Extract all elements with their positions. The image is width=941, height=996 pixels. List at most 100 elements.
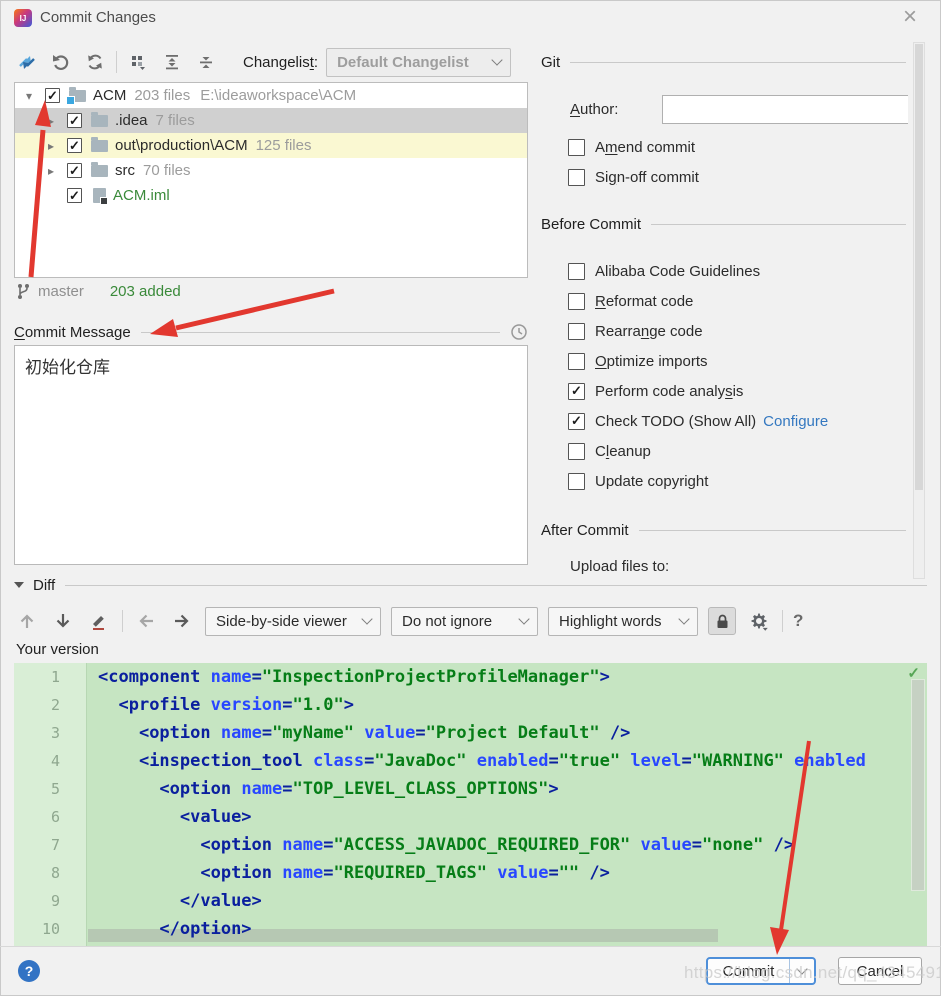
- option-checkbox[interactable]: [568, 473, 585, 490]
- refresh-icon[interactable]: [82, 49, 108, 75]
- option-checkbox[interactable]: [568, 413, 585, 430]
- changed-files-tree: ▾ACM203 filesE:\ideaworkspace\ACM▸.idea7…: [14, 82, 528, 278]
- before-commit-title: Before Commit: [541, 216, 641, 233]
- diff-help-icon[interactable]: ?: [793, 611, 803, 631]
- rollback-icon[interactable]: [48, 49, 74, 75]
- checkbox-label: Rearrange code: [595, 323, 703, 340]
- file-name: out\production\ACM: [115, 137, 248, 154]
- collapse-all-icon[interactable]: [193, 49, 219, 75]
- option-checkbox[interactable]: [568, 263, 585, 280]
- scrollbar-thumb[interactable]: [915, 44, 923, 490]
- show-diff-icon[interactable]: [14, 49, 40, 75]
- checkbox-row: Update copyright: [568, 466, 828, 496]
- after-commit-title: After Commit: [541, 522, 629, 539]
- commit-button-label: Commit: [708, 959, 789, 983]
- include-checkbox[interactable]: [67, 188, 82, 203]
- checkbox-label: Update copyright: [595, 473, 708, 490]
- option-checkbox[interactable]: [568, 293, 585, 310]
- include-checkbox[interactable]: [45, 88, 60, 103]
- diff-settings-gear-icon[interactable]: [746, 608, 772, 634]
- changelist-dropdown[interactable]: Default Changelist: [326, 48, 511, 77]
- tree-row[interactable]: ACM.iml: [15, 183, 527, 208]
- option-checkbox[interactable]: [568, 353, 585, 370]
- message-history-icon[interactable]: [510, 323, 528, 341]
- checkbox-row: Rearrange code: [568, 316, 828, 346]
- commit-button[interactable]: Commit: [706, 957, 816, 985]
- commit-changes-dialog: IJ Commit Changes × Changelist: Default …: [0, 0, 941, 996]
- whitespace-dropdown[interactable]: Do not ignore: [391, 607, 538, 636]
- chevron-right-icon[interactable]: ▸: [43, 164, 59, 178]
- commit-message-label: Commit Message: [14, 324, 131, 341]
- next-change-icon[interactable]: [169, 608, 195, 634]
- line-number: 9: [14, 887, 60, 915]
- group-by-icon[interactable]: [125, 49, 151, 75]
- code-line: </option>: [98, 915, 927, 943]
- code-line: <option name="ACCESS_JAVADOC_REQUIRED_FO…: [98, 831, 927, 859]
- panel-scrollbar[interactable]: [913, 42, 925, 579]
- help-button[interactable]: ?: [18, 960, 40, 982]
- tree-row[interactable]: ▸.idea7 files: [15, 108, 527, 133]
- jump-to-source-icon[interactable]: [86, 608, 112, 634]
- include-checkbox[interactable]: [67, 113, 82, 128]
- chevron-right-icon[interactable]: ▸: [43, 114, 59, 128]
- highlight-mode-dropdown[interactable]: Highlight words: [548, 607, 698, 636]
- commit-options-panel: Git Author: Amend commitSign-off commit …: [540, 40, 908, 578]
- divider-line: [141, 332, 500, 333]
- branch-row: master 203 added: [16, 280, 181, 302]
- diff-section-header: Diff: [14, 575, 927, 595]
- after-commit-header: After Commit: [541, 522, 906, 539]
- code-line: <option name="REQUIRED_TAGS" value="" />: [98, 859, 927, 887]
- line-number: 10: [14, 915, 60, 943]
- line-number: 7: [14, 831, 60, 859]
- checkbox-row: Alibaba Code Guidelines: [568, 256, 828, 286]
- collapse-triangle-icon[interactable]: [14, 582, 24, 588]
- viewer-mode-dropdown[interactable]: Side-by-side viewer: [205, 607, 381, 636]
- changelist-value: Default Changelist: [337, 54, 469, 71]
- code-line: <inspection_tool class="JavaDoc" enabled…: [98, 747, 927, 775]
- expand-all-icon[interactable]: [159, 49, 185, 75]
- code-line: <option name="myName" value="Project Def…: [98, 719, 927, 747]
- file-name: src: [115, 162, 135, 179]
- chevron-right-icon[interactable]: ▸: [43, 139, 59, 153]
- previous-difference-icon[interactable]: [14, 608, 40, 634]
- vertical-scrollbar[interactable]: [911, 679, 925, 891]
- tree-row[interactable]: ▸ src 70 files: [15, 158, 527, 183]
- file-name: ACM: [93, 87, 126, 104]
- checkbox-label: Perform code analysis: [595, 383, 743, 400]
- checkbox-row: Optimize imports: [568, 346, 828, 376]
- option-checkbox[interactable]: [568, 443, 585, 460]
- next-difference-icon[interactable]: [50, 608, 76, 634]
- option-checkbox[interactable]: [568, 323, 585, 340]
- file-count: 70 files: [143, 162, 191, 179]
- option-checkbox[interactable]: [568, 169, 585, 186]
- code-line: <value>: [98, 803, 927, 831]
- checkbox-row: Amend commit: [568, 132, 699, 162]
- file-name: .idea: [115, 112, 148, 129]
- configure-link[interactable]: Configure: [763, 413, 828, 430]
- dialog-title: Commit Changes: [40, 9, 156, 26]
- highlight-mode-value: Highlight words: [559, 613, 662, 630]
- file-count: 125 files: [256, 137, 312, 154]
- author-input[interactable]: [662, 95, 908, 124]
- checkbox-label: Amend commit: [595, 139, 695, 156]
- checkbox-label: Reformat code: [595, 293, 693, 310]
- disable-editing-lock-icon[interactable]: [708, 607, 736, 635]
- commit-message-input[interactable]: 初始化仓库: [14, 345, 528, 565]
- checkbox-row: Cleanup: [568, 436, 828, 466]
- include-checkbox[interactable]: [67, 138, 82, 153]
- commit-options-arrow[interactable]: [790, 959, 814, 983]
- close-icon[interactable]: ×: [897, 4, 923, 30]
- line-number: 5: [14, 775, 60, 803]
- tree-row[interactable]: ▾ACM203 filesE:\ideaworkspace\ACM: [15, 83, 527, 108]
- chevron-down-icon: [491, 54, 502, 65]
- chevron-down-icon[interactable]: ▾: [21, 89, 37, 103]
- checkbox-row: Reformat code: [568, 286, 828, 316]
- previous-change-icon[interactable]: [133, 608, 159, 634]
- include-checkbox[interactable]: [67, 163, 82, 178]
- tree-row[interactable]: ▸ out\production\ACM 125 files: [15, 133, 527, 158]
- author-row: Author:: [570, 95, 908, 124]
- line-number: 8: [14, 859, 60, 887]
- option-checkbox[interactable]: [568, 139, 585, 156]
- cancel-button[interactable]: Cancel: [838, 957, 922, 985]
- option-checkbox[interactable]: [568, 383, 585, 400]
